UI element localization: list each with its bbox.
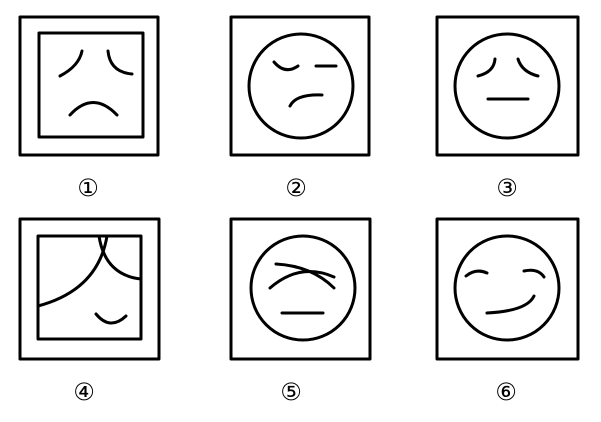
figure-grid: ① ② ③ ④ ⑤ ⑥ [18, 15, 580, 406]
panel-6-frame [435, 217, 580, 361]
panel-4: ④ [18, 217, 161, 406]
panel-5-face-circle [249, 234, 357, 342]
panel-1-right-brow [106, 49, 134, 76]
panel-2-frame [229, 15, 371, 157]
panel-2-label: ② [285, 174, 307, 202]
panel-3: ③ [435, 15, 580, 202]
panel-4-arc-left [36, 234, 109, 308]
panel-1-label: ① [77, 174, 99, 202]
panel-3-frame [435, 15, 580, 157]
panel-1-inner-square [37, 31, 145, 139]
panel-2-face-circle [247, 32, 355, 140]
panel-1-mouth [68, 101, 119, 117]
panel-3-face-circle [453, 32, 561, 140]
panel-6-label: ⑥ [495, 378, 517, 406]
panel-2: ② [229, 15, 371, 202]
panel-4-mouth [94, 312, 128, 325]
panel-1: ① [18, 15, 160, 202]
panel-3-right-eye [516, 57, 540, 78]
panel-5-label: ⑤ [280, 378, 302, 406]
panel-2-left-eye [272, 60, 300, 72]
panel-3-label: ③ [496, 174, 518, 202]
panel-3-left-eye [476, 57, 497, 78]
panel-1-frame [18, 15, 160, 157]
panel-6-mouth [485, 294, 536, 315]
panel-6: ⑥ [435, 217, 580, 406]
panel-5: ⑤ [229, 217, 372, 406]
panel-6-left-eye [464, 269, 489, 278]
panel-6-face-circle [453, 234, 561, 342]
panel-4-inner-square [36, 234, 143, 341]
panel-2-mouth [288, 93, 324, 108]
panel-4-label: ④ [73, 378, 95, 406]
panel-1-left-brow [58, 49, 84, 78]
panel-6-right-eye [522, 268, 546, 279]
panel-5-cross-stroke-b [274, 262, 336, 290]
